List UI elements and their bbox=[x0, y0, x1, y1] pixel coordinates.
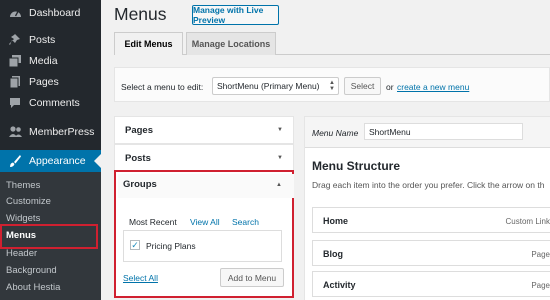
submenu-item-themes[interactable]: Themes bbox=[0, 180, 101, 191]
submenu-item-about-hestia[interactable]: About Hestia bbox=[0, 282, 101, 293]
menu-item-title: Activity bbox=[323, 280, 356, 290]
pricing-plans-checkbox[interactable]: ✓ bbox=[130, 240, 140, 250]
menu-select-value: ShortMenu (Primary Menu) bbox=[217, 81, 320, 91]
menu-item-blog[interactable]: Blog Page bbox=[312, 240, 550, 266]
comments-icon bbox=[6, 96, 24, 110]
sidebar-item-label: Media bbox=[29, 55, 58, 67]
memberpress-icon bbox=[6, 125, 24, 139]
menu-item-title: Blog bbox=[323, 249, 343, 259]
menu-item-activity[interactable]: Activity Page bbox=[312, 271, 550, 297]
tab-view-all[interactable]: View All bbox=[190, 217, 220, 227]
menus-highlight-box bbox=[0, 224, 98, 249]
pin-icon bbox=[6, 33, 24, 47]
menu-item-type: Page bbox=[531, 250, 550, 259]
expand-arrow-icon: ▼ bbox=[277, 155, 283, 161]
tab-most-recent[interactable]: Most Recent bbox=[129, 217, 177, 227]
select-arrows-icon: ▲ ▼ bbox=[329, 80, 335, 92]
tab-edit-menus[interactable]: Edit Menus bbox=[114, 32, 183, 55]
add-to-menu-button[interactable]: Add to Menu bbox=[220, 268, 284, 287]
collapse-arrow-icon[interactable]: ▲ bbox=[276, 182, 282, 188]
sidebar-item-label: Dashboard bbox=[29, 7, 81, 19]
menu-item-type: Page bbox=[531, 281, 550, 290]
or-text: or bbox=[386, 82, 394, 92]
sidebar-item-label: Posts bbox=[29, 34, 56, 46]
sidebar-item-dashboard[interactable]: Dashboard bbox=[0, 2, 101, 24]
dashboard-icon bbox=[6, 6, 24, 20]
accordion-title: Pages bbox=[125, 125, 153, 136]
create-menu-link[interactable]: create a new menu bbox=[397, 82, 469, 92]
pages-icon bbox=[6, 75, 24, 89]
sidebar-item-media[interactable]: Media bbox=[0, 51, 101, 71]
media-icon bbox=[6, 54, 24, 68]
sidebar-item-label: Comments bbox=[29, 97, 80, 109]
menu-structure-title: Menu Structure bbox=[312, 159, 401, 173]
menu-name-label: Menu Name bbox=[312, 128, 359, 138]
submenu-item-background[interactable]: Background bbox=[0, 265, 101, 276]
select-menu-label: Select a menu to edit: bbox=[121, 82, 204, 92]
menu-item-type: Custom Link bbox=[505, 217, 550, 226]
sidebar-item-appearance[interactable]: Appearance bbox=[0, 150, 101, 172]
sidebar-item-label: Appearance bbox=[29, 155, 86, 167]
sidebar-item-comments[interactable]: Comments bbox=[0, 93, 101, 113]
accordion-section-pages[interactable]: Pages ▼ bbox=[114, 116, 294, 144]
sidebar-item-posts[interactable]: Posts bbox=[0, 30, 101, 50]
sidebar-item-label: MemberPress bbox=[29, 126, 95, 138]
pricing-plans-label: Pricing Plans bbox=[146, 241, 196, 251]
groups-title: Groups bbox=[123, 179, 157, 190]
tab-search[interactable]: Search bbox=[232, 217, 259, 227]
sidebar-item-memberpress[interactable]: MemberPress bbox=[0, 121, 101, 143]
menu-item-home[interactable]: Home Custom Link bbox=[312, 207, 550, 233]
paintbrush-icon bbox=[6, 154, 24, 168]
expand-arrow-icon: ▼ bbox=[277, 127, 283, 133]
admin-sidebar: Dashboard Posts Media Pages Comments Mem… bbox=[0, 0, 101, 300]
select-button[interactable]: Select bbox=[344, 77, 381, 95]
submenu-item-widgets[interactable]: Widgets bbox=[0, 213, 101, 224]
accordion-title: Posts bbox=[125, 153, 151, 164]
menu-select-dropdown[interactable]: ShortMenu (Primary Menu) ▲ ▼ bbox=[212, 77, 339, 95]
page-title: Menus bbox=[114, 4, 167, 24]
sidebar-item-label: Pages bbox=[29, 76, 59, 88]
tab-manage-locations[interactable]: Manage Locations bbox=[186, 32, 276, 55]
select-all-link[interactable]: Select All bbox=[123, 273, 158, 283]
sidebar-item-pages[interactable]: Pages bbox=[0, 72, 101, 92]
accordion-section-posts[interactable]: Posts ▼ bbox=[114, 144, 294, 172]
submenu-item-customize[interactable]: Customize bbox=[0, 196, 101, 207]
menu-structure-description: Drag each item into the order you prefer… bbox=[312, 180, 545, 190]
menu-name-input[interactable]: ShortMenu bbox=[364, 123, 523, 140]
live-preview-button[interactable]: Manage with Live Preview bbox=[192, 5, 279, 25]
menu-item-title: Home bbox=[323, 216, 349, 226]
submenu-item-header[interactable]: Header bbox=[0, 248, 101, 259]
